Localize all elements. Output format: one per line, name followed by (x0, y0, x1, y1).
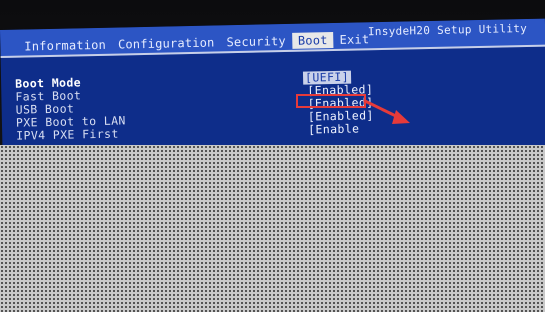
tab-configuration[interactable]: Configuration (112, 34, 221, 52)
tab-boot[interactable]: Boot (291, 32, 334, 49)
tab-information[interactable]: Information (18, 37, 112, 55)
setting-value[interactable]: [Enable (308, 121, 360, 136)
obscured-region (0, 145, 545, 312)
setting-row-ipv4-pxe-first[interactable]: IPV4 PXE First [Enable (16, 121, 359, 143)
bios-utility-title: InsydeH20 Setup Utility (367, 21, 528, 39)
tab-security[interactable]: Security (220, 33, 292, 50)
annotation-highlight-box (296, 94, 366, 108)
setting-label: IPV4 PXE First (16, 126, 119, 143)
annotation-arrow-icon (363, 99, 410, 124)
